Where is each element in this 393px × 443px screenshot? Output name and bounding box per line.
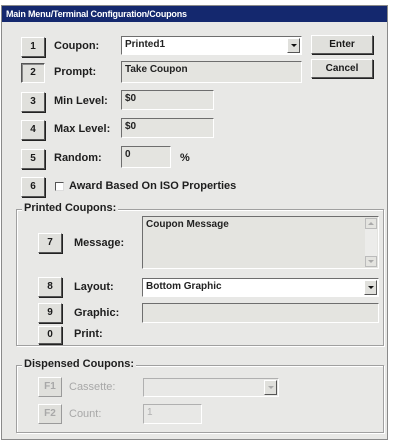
cassette-label: Cassette: — [69, 381, 116, 393]
graphic-label: Graphic: — [74, 307, 120, 319]
coupon-dropdown[interactable]: Printed1 — [121, 36, 302, 55]
graphic-key-button[interactable]: 9 — [38, 303, 62, 323]
layout-key-button[interactable]: 8 — [38, 277, 62, 297]
coupon-key-button[interactable]: 1 — [21, 37, 45, 57]
random-key-button[interactable]: 5 — [21, 149, 45, 169]
message-label: Message: — [74, 237, 125, 249]
printed-coupons-title: Printed Coupons: — [22, 202, 119, 214]
scroll-up-icon[interactable] — [365, 218, 377, 229]
award-label: Award Based On ISO Properties — [69, 180, 237, 192]
coupon-value: Printed1 — [125, 39, 166, 50]
window-title: Main Menu/Terminal Configuration/Coupons — [2, 6, 387, 22]
max-level-field[interactable]: $0 — [121, 118, 214, 138]
prompt-label: Prompt: — [54, 66, 97, 78]
coupon-label: Coupon: — [54, 40, 100, 52]
scroll-down-icon[interactable] — [365, 256, 377, 267]
print-label: Print: — [74, 328, 103, 340]
message-scrollbar[interactable] — [365, 218, 377, 267]
count-label: Count: — [69, 408, 102, 420]
message-key-button[interactable]: 7 — [38, 233, 62, 253]
cassette-dropdown — [143, 378, 279, 397]
layout-value: Bottom Graphic — [146, 281, 222, 292]
min-level-label: Min Level: — [54, 95, 108, 107]
chevron-down-icon[interactable] — [287, 38, 300, 53]
dispensed-coupons-title: Dispensed Coupons: — [22, 358, 137, 370]
message-textarea[interactable]: Coupon Message — [142, 216, 379, 269]
award-key-button[interactable]: 6 — [21, 177, 45, 197]
prompt-field[interactable]: Take Coupon — [121, 61, 302, 83]
layout-label: Layout: — [74, 281, 114, 293]
max-level-key-button[interactable]: 4 — [21, 120, 45, 140]
message-value: Coupon Message — [146, 219, 229, 230]
layout-dropdown[interactable]: Bottom Graphic — [142, 278, 379, 297]
min-level-key-button[interactable]: 3 — [21, 92, 45, 112]
cassette-key-button: F1 — [38, 377, 62, 397]
chevron-down-icon — [264, 380, 277, 395]
count-field: 1 — [143, 404, 202, 424]
award-checkbox[interactable] — [55, 182, 64, 191]
count-key-button: F2 — [38, 404, 62, 424]
random-percent-unit: % — [180, 152, 190, 164]
coupons-window: Main Menu/Terminal Configuration/Coupons… — [1, 5, 388, 440]
cancel-button[interactable]: Cancel — [311, 59, 373, 78]
print-key-button[interactable]: 0 — [38, 326, 62, 344]
random-field[interactable]: 0 — [121, 146, 171, 168]
random-label: Random: — [54, 152, 102, 164]
prompt-key-button[interactable]: 2 — [21, 63, 45, 83]
max-level-label: Max Level: — [54, 123, 111, 135]
graphic-field[interactable] — [142, 303, 379, 323]
min-level-field[interactable]: $0 — [121, 90, 214, 110]
enter-button[interactable]: Enter — [311, 35, 373, 54]
chevron-down-icon[interactable] — [364, 280, 377, 295]
